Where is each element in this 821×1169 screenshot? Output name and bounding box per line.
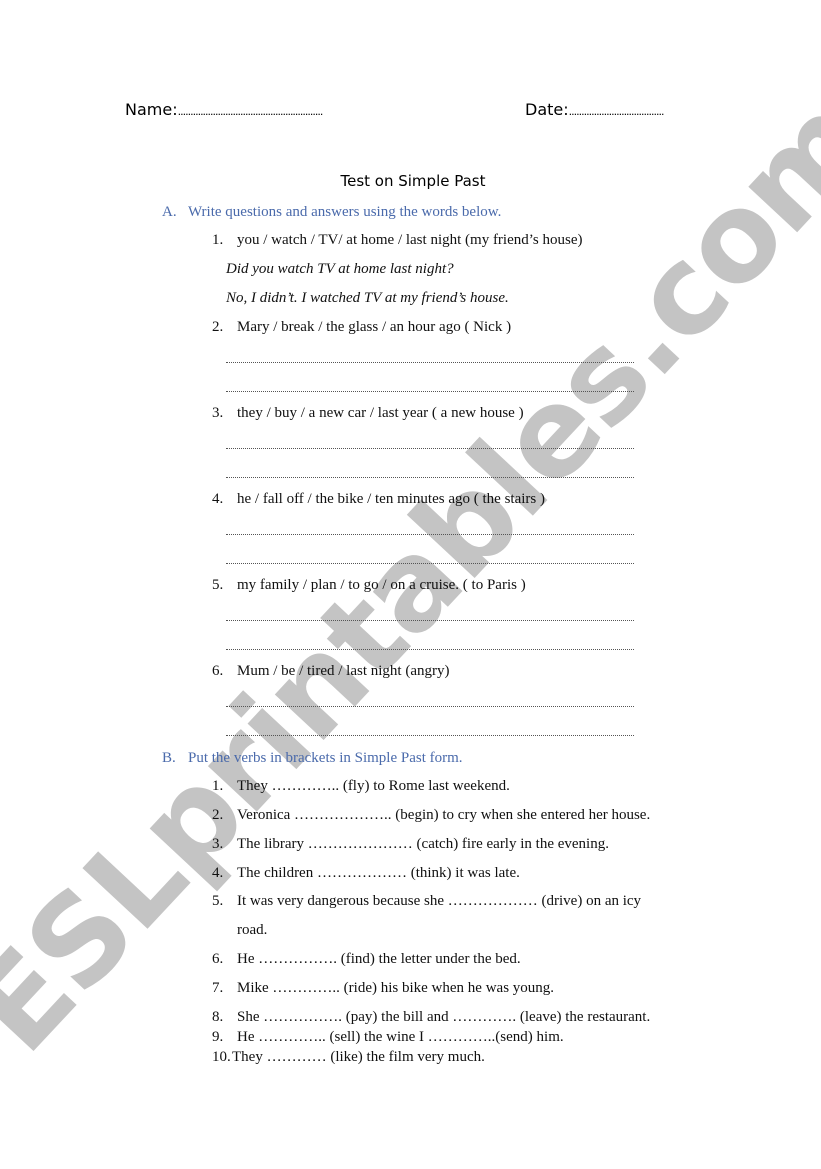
section-a-letter: A. — [162, 204, 177, 220]
section-b-item: 2. Veronica ……………….. (begin) to cry when … — [212, 807, 650, 824]
worksheet-page: ESLprintables.com Name:.................… — [0, 0, 821, 1169]
item-prompt: you / watch / TV/ at home / last night (… — [237, 232, 583, 248]
item-prompt: Mum / be / tired / last night (angry) — [237, 663, 450, 679]
date-label: Date: — [525, 100, 569, 119]
item-text: He ……………. (find) the letter under the be… — [237, 951, 521, 967]
section-a-item: 6. Mum / be / tired / last night (angry) — [212, 663, 449, 680]
item-text: Veronica ……………….. (begin) to cry when sh… — [237, 807, 651, 823]
item-number: 4. — [212, 491, 224, 507]
section-a-item: 4. he / fall off / the bike / ten minutes… — [212, 491, 545, 508]
item-number: 2. — [212, 807, 224, 823]
answer-line[interactable] — [226, 706, 634, 707]
section-b-item: 10.They ………… (like) the film very much. — [212, 1049, 485, 1066]
item-text: They ………….. (fly) to Rome last weekend. — [237, 778, 510, 794]
item-text: Mike ………….. (ride) his bike when he was … — [237, 980, 555, 996]
item-continuation: road. — [237, 922, 268, 938]
name-blank: ........................................… — [177, 105, 324, 118]
item-text: It was very dangerous because she ………………… — [237, 893, 642, 909]
section-a-item: 1. you / watch / TV/ at home / last night… — [212, 232, 583, 249]
item-number: 2. — [212, 319, 224, 335]
item-number: 3. — [212, 836, 224, 852]
section-a-item: 3. they / buy / a new car / last year ( a… — [212, 405, 524, 422]
item-number: 5. — [212, 893, 224, 909]
item-number: 3. — [212, 405, 224, 421]
example-answer: No, I didn’t. I watched TV at my friend’… — [226, 290, 509, 306]
item-number: 1. — [212, 778, 224, 794]
section-b-letter: B. — [162, 750, 176, 766]
section-b-item: 8. She ……………. (pay) the bill and …………. (l… — [212, 1009, 650, 1026]
section-b-instruction: Put the verbs in brackets in Simple Past… — [188, 750, 463, 766]
name-label: Name: — [125, 100, 178, 119]
section-b-item: 4. The children ……………… (think) it was lat… — [212, 865, 520, 882]
section-a-instruction: Write questions and answers using the wo… — [188, 204, 502, 220]
item-prompt: they / buy / a new car / last year ( a n… — [237, 405, 524, 421]
item-number: 10. — [212, 1049, 231, 1065]
item-number: 8. — [212, 1009, 224, 1025]
date-blank: ...................................... — [568, 105, 665, 118]
item-text: She ……………. (pay) the bill and …………. (lea… — [237, 1009, 651, 1025]
item-prompt: Mary / break / the glass / an hour ago (… — [237, 319, 512, 335]
name-field: Name:...................................… — [125, 100, 324, 119]
section-a-item: 5. my family / plan / to go / on a cruise… — [212, 577, 526, 594]
section-b-heading: B. Put the verbs in brackets in Simple Pa… — [162, 750, 463, 767]
item-number: 6. — [212, 951, 224, 967]
section-b-item: 7. Mike ………….. (ride) his bike when he wa… — [212, 980, 554, 997]
item-text: They ………… (like) the film very much. — [232, 1049, 485, 1065]
item-prompt: he / fall off / the bike / ten minutes a… — [237, 491, 545, 507]
date-field: Date:...................................… — [525, 100, 665, 119]
section-b-item: 1. They ………….. (fly) to Rome last weekend… — [212, 778, 510, 795]
item-number: 5. — [212, 577, 224, 593]
answer-line[interactable] — [226, 477, 634, 478]
item-number: 4. — [212, 865, 224, 881]
section-b-item: 3. The library ………………… (catch) fire early… — [212, 836, 609, 853]
item-prompt: my family / plan / to go / on a cruise. … — [237, 577, 526, 593]
item-text: The children ……………… (think) it was late. — [237, 865, 520, 881]
answer-line[interactable] — [226, 448, 634, 449]
item-number: 7. — [212, 980, 224, 996]
answer-line[interactable] — [226, 362, 634, 363]
item-number: 6. — [212, 663, 224, 679]
item-text: The library ………………… (catch) fire early i… — [237, 836, 609, 852]
example-question: Did you watch TV at home last night? — [226, 261, 454, 277]
section-a-item: 2. Mary / break / the glass / an hour ago… — [212, 319, 511, 336]
worksheet-title: Test on Simple Past — [340, 172, 486, 190]
section-a-heading: A. Write questions and answers using the … — [162, 204, 501, 221]
worksheet-content: Name:...................................… — [0, 0, 821, 1169]
section-b-item: 5. It was very dangerous because she …………… — [212, 893, 641, 910]
answer-line[interactable] — [226, 735, 634, 736]
section-b-item: 9. He ………….. (sell) the wine I …………..(sen… — [212, 1029, 564, 1046]
item-number: 9. — [212, 1029, 224, 1045]
answer-line[interactable] — [226, 620, 634, 621]
answer-line[interactable] — [226, 534, 634, 535]
item-text: He ………….. (sell) the wine I …………..(send)… — [237, 1029, 564, 1045]
section-b-item: 6. He ……………. (find) the letter under the … — [212, 951, 521, 968]
item-number: 1. — [212, 232, 224, 248]
answer-line[interactable] — [226, 391, 634, 392]
answer-line[interactable] — [226, 563, 634, 564]
answer-line[interactable] — [226, 649, 634, 650]
